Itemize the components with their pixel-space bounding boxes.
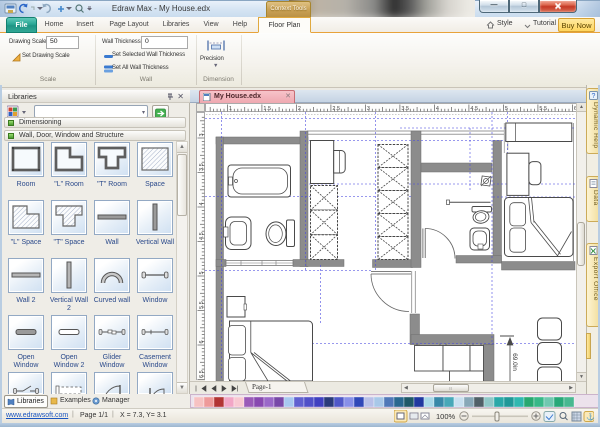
svg-text:5: 5 [199, 271, 205, 274]
svg-text:6.5: 6.5 [199, 370, 205, 378]
svg-text:69.0in: 69.0in [511, 353, 518, 371]
svg-text:?: ? [592, 93, 596, 100]
svg-text:100%: 100% [436, 412, 456, 421]
svg-text:⚓: ⚓ [586, 412, 594, 421]
svg-text:5.5: 5.5 [199, 301, 205, 309]
svg-text:6: 6 [199, 340, 205, 343]
svg-text:4.5: 4.5 [199, 232, 205, 240]
svg-text:3: 3 [199, 133, 205, 136]
svg-text:4: 4 [199, 202, 205, 205]
svg-text:3.5: 3.5 [199, 163, 205, 171]
